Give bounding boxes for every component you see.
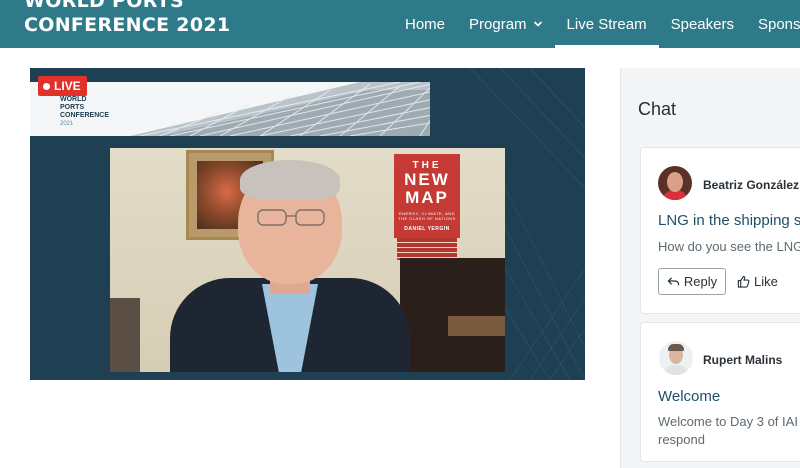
- book-cover: THE NEW MAP ENERGY, CLIMATE, AND THE CLA…: [394, 154, 460, 238]
- thumbs-up-icon: [737, 275, 750, 288]
- logo-line1: WORLD PORTS: [24, 0, 185, 12]
- banner-logo-year: 2021: [60, 121, 74, 127]
- nav-sponsors[interactable]: Spons: [746, 0, 800, 48]
- glasses-icon: [257, 209, 325, 226]
- reply-label: Reply: [683, 274, 718, 289]
- logo-line2: CONFERENCE 2021: [24, 14, 231, 36]
- chat-title: Chat: [638, 99, 677, 119]
- message-author: Beatriz González: [703, 178, 800, 192]
- message-title: Welcome: [658, 388, 721, 405]
- avatar: [659, 341, 693, 375]
- avatar: [658, 166, 692, 200]
- banner-logo-line2: PORTS: [60, 104, 85, 111]
- conference-logo[interactable]: WORLD PORTS CONFERENCE 2021: [24, 0, 230, 35]
- chat-message: Rupert Malins Welcome Welcome to Day 3 o…: [640, 322, 800, 462]
- live-stream-player[interactable]: WORLD PORTS CONFERENCE 2021 LIVE THE NEW…: [30, 68, 585, 380]
- site-header: WORLD PORTS CONFERENCE 2021 Home Program…: [0, 0, 800, 48]
- nav-program-label: Program: [469, 15, 527, 33]
- message-title: LNG in the shipping s: [658, 212, 800, 229]
- live-dot-icon: [43, 82, 50, 90]
- message-body-line2: respond: [658, 432, 705, 447]
- reply-button[interactable]: Reply: [658, 268, 726, 295]
- nav-home-label: Home: [405, 15, 446, 33]
- book-title-line3: MAP: [405, 188, 449, 207]
- reply-arrow-icon: [667, 277, 680, 286]
- book-title-line2: NEW: [404, 170, 450, 189]
- speaker-hair: [240, 160, 340, 200]
- like-label: Like: [754, 274, 778, 289]
- conference-banner: WORLD PORTS CONFERENCE 2021: [30, 82, 448, 136]
- message-body: How do you see the LNG: [658, 239, 800, 254]
- banner-logo-line1: WORLD: [60, 96, 87, 103]
- chair: [110, 298, 140, 372]
- nav-speakers-label: Speakers: [670, 15, 734, 33]
- message-body: Welcome to Day 3 of IAI respond: [658, 413, 798, 449]
- message-body-line1: Welcome to Day 3 of IAI: [658, 414, 798, 429]
- main-nav: Home Program Live Stream Speakers Spons: [393, 0, 800, 48]
- nav-home[interactable]: Home: [393, 0, 457, 48]
- chevron-down-icon: [533, 21, 542, 27]
- building-facade-image: [130, 82, 448, 136]
- book-subtitle: ENERGY, CLIMATE, AND THE CLASH OF NATION…: [398, 211, 456, 221]
- message-author: Rupert Malins: [703, 353, 783, 367]
- nav-speakers[interactable]: Speakers: [659, 0, 746, 48]
- nav-live-stream-label: Live Stream: [566, 15, 647, 33]
- live-badge: LIVE: [38, 76, 87, 96]
- like-button[interactable]: Like: [737, 268, 778, 295]
- nav-live-stream[interactable]: Live Stream: [554, 0, 659, 48]
- banner-logo-line3: CONFERENCE: [60, 112, 110, 119]
- nav-program[interactable]: Program: [457, 0, 555, 48]
- live-label: LIVE: [54, 79, 81, 93]
- book-stack: [397, 238, 457, 260]
- chat-message: Beatriz González LNG in the shipping s H…: [640, 147, 800, 314]
- shelf-object: [448, 316, 505, 336]
- nav-sponsors-label: Spons: [757, 15, 800, 33]
- dark-shelf: [400, 258, 505, 372]
- book-author: DANIEL YERGIN: [404, 226, 450, 232]
- speaker-video-feed: THE NEW MAP ENERGY, CLIMATE, AND THE CLA…: [110, 148, 505, 372]
